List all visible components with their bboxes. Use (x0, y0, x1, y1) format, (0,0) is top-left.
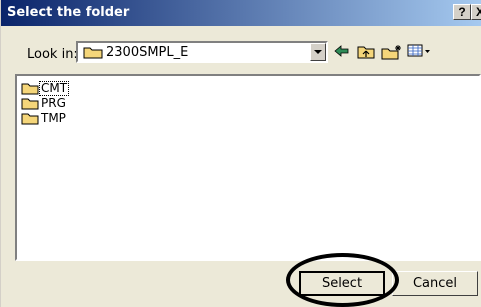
dropdown-arrow-icon[interactable] (310, 43, 326, 61)
look-in-label: Look in: (27, 47, 78, 62)
folder-icon (83, 47, 103, 59)
folder-icon (21, 83, 39, 95)
window-title: Select the folder (7, 5, 130, 20)
view-menu-icon[interactable] (407, 44, 431, 58)
new-folder-icon[interactable] (381, 44, 403, 60)
folder-list[interactable]: CMT PRG TMP (15, 74, 481, 261)
look-in-value: 2300SMPL_E (106, 45, 189, 60)
cancel-button[interactable]: Cancel (392, 271, 478, 296)
close-button[interactable]: X (471, 4, 481, 20)
title-bar: Select the folder ? X (1, 0, 481, 26)
up-folder-icon[interactable] (357, 44, 375, 60)
select-button[interactable]: Select (299, 271, 385, 296)
select-folder-dialog: Select the folder ? X Look in: 2300SMPL_… (0, 0, 481, 307)
folder-icon (21, 98, 39, 110)
folder-icon (21, 113, 39, 125)
folder-name: PRG (41, 96, 66, 110)
look-in-combobox[interactable]: 2300SMPL_E (76, 41, 328, 63)
help-button[interactable]: ? (453, 4, 471, 20)
folder-name: CMT (38, 81, 70, 96)
back-icon[interactable] (333, 44, 351, 58)
folder-name: TMP (41, 111, 66, 125)
